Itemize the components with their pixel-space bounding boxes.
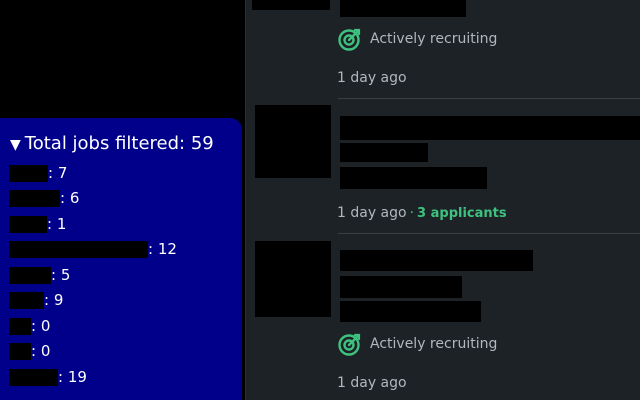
- redacted-location: [340, 167, 487, 189]
- filter-row: : 7: [9, 164, 67, 182]
- filter-summary-toggle[interactable]: ▼ Total jobs filtered: 59: [10, 133, 214, 156]
- redacted-label: [9, 215, 47, 233]
- filter-row: : 19: [9, 368, 87, 386]
- card-divider: [338, 233, 640, 234]
- redacted-company-name[interactable]: [340, 143, 428, 162]
- job-meta: 1 day ago: [337, 375, 407, 391]
- job-meta: 1 day ago: [337, 70, 407, 86]
- filter-row-count: : 0: [31, 342, 51, 360]
- filter-row-count: : 7: [48, 164, 68, 182]
- redacted-company-logo[interactable]: [255, 241, 331, 317]
- target-icon: [338, 28, 361, 51]
- redacted-company-name[interactable]: [340, 276, 462, 298]
- redacted-label: [9, 266, 51, 284]
- filter-row-count: : 19: [58, 368, 87, 386]
- redacted-label: [9, 240, 148, 258]
- redacted-company-logo[interactable]: [255, 105, 331, 178]
- redacted-job-text[interactable]: [340, 0, 466, 17]
- filter-row: : 9: [9, 291, 63, 309]
- applicant-count: 3 applicants: [417, 206, 507, 221]
- status-label: Actively recruiting: [370, 31, 498, 47]
- filter-row: : 0: [9, 317, 50, 335]
- meta-separator: ·: [409, 205, 415, 221]
- redacted-label: [9, 342, 31, 360]
- redacted-label: [9, 317, 31, 335]
- redacted-location: [340, 301, 481, 322]
- card-divider: [338, 98, 640, 99]
- filter-row-count: : 9: [44, 291, 64, 309]
- expand-triangle-icon: ▼: [10, 137, 21, 153]
- filter-row: : 12: [9, 240, 177, 258]
- redacted-job-title[interactable]: [340, 250, 533, 271]
- filter-row: : 0: [9, 342, 50, 360]
- filter-row: : 6: [9, 189, 79, 207]
- filter-row-count: : 1: [47, 215, 67, 233]
- redacted-label: [9, 189, 60, 207]
- job-status: Actively recruiting: [338, 27, 497, 51]
- filter-summary-title: Total jobs filtered: 59: [24, 133, 214, 154]
- filter-row: : 1: [9, 215, 66, 233]
- posted-time: 1 day ago: [337, 205, 407, 221]
- redacted-job-title[interactable]: [340, 116, 640, 140]
- posted-time: 1 day ago: [337, 70, 407, 86]
- redacted-label: [9, 291, 44, 309]
- filter-row-count: : 5: [51, 266, 71, 284]
- redacted-label: [9, 368, 58, 386]
- job-meta: 1 day ago · 3 applicants: [337, 205, 507, 221]
- target-icon: [338, 333, 361, 356]
- filter-row-count: : 0: [31, 317, 51, 335]
- posted-time: 1 day ago: [337, 375, 407, 391]
- job-list[interactable]: Actively recruiting 1 day ago 1 day ago ·…: [246, 0, 640, 400]
- redacted-company-logo[interactable]: [252, 0, 330, 10]
- redacted-label: [9, 164, 48, 182]
- job-status: Actively recruiting: [338, 332, 497, 356]
- filter-row: : 5: [9, 266, 70, 284]
- filter-row-count: : 6: [60, 189, 80, 207]
- filter-row-count: : 12: [148, 240, 177, 258]
- status-label: Actively recruiting: [370, 336, 498, 352]
